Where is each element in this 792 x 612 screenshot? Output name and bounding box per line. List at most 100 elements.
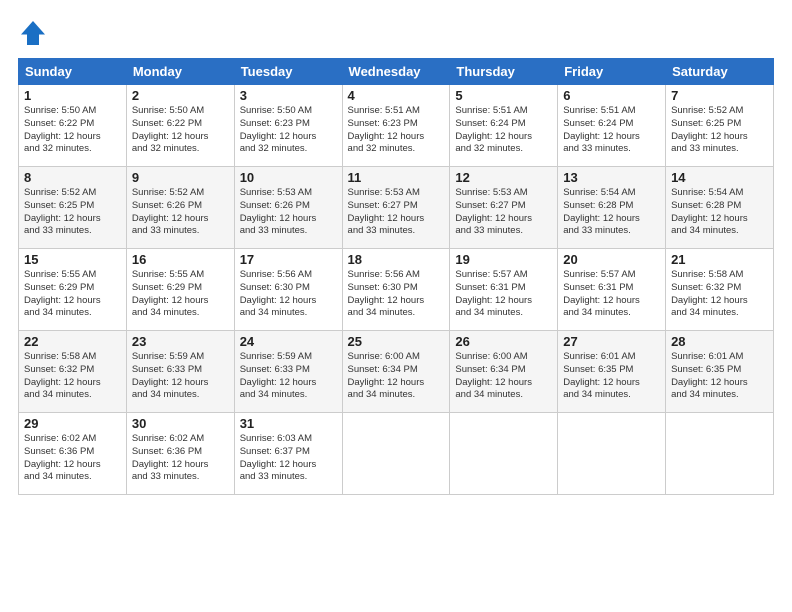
- day-number: 20: [563, 252, 660, 267]
- day-info: Sunrise: 5:52 AM Sunset: 6:26 PM Dayligh…: [132, 187, 229, 238]
- calendar-cell: 12 Sunrise: 5:53 AM Sunset: 6:27 PM Dayli…: [450, 167, 558, 249]
- calendar-cell: [666, 413, 774, 495]
- day-info: Sunrise: 6:00 AM Sunset: 6:34 PM Dayligh…: [348, 351, 445, 402]
- calendar-cell: 27 Sunrise: 6:01 AM Sunset: 6:35 PM Dayli…: [558, 331, 666, 413]
- day-number: 1: [24, 88, 121, 103]
- calendar-cell: 23 Sunrise: 5:59 AM Sunset: 6:33 PM Dayli…: [126, 331, 234, 413]
- calendar-cell: 22 Sunrise: 5:58 AM Sunset: 6:32 PM Dayli…: [19, 331, 127, 413]
- calendar-cell: 24 Sunrise: 5:59 AM Sunset: 6:33 PM Dayli…: [234, 331, 342, 413]
- day-number: 28: [671, 334, 768, 349]
- day-info: Sunrise: 6:01 AM Sunset: 6:35 PM Dayligh…: [563, 351, 660, 402]
- day-info: Sunrise: 5:53 AM Sunset: 6:27 PM Dayligh…: [455, 187, 552, 238]
- day-info: Sunrise: 5:56 AM Sunset: 6:30 PM Dayligh…: [240, 269, 337, 320]
- day-info: Sunrise: 5:58 AM Sunset: 6:32 PM Dayligh…: [24, 351, 121, 402]
- calendar-cell: 28 Sunrise: 6:01 AM Sunset: 6:35 PM Dayli…: [666, 331, 774, 413]
- day-info: Sunrise: 5:50 AM Sunset: 6:23 PM Dayligh…: [240, 105, 337, 156]
- day-info: Sunrise: 5:52 AM Sunset: 6:25 PM Dayligh…: [24, 187, 121, 238]
- day-number: 3: [240, 88, 337, 103]
- calendar-cell: 18 Sunrise: 5:56 AM Sunset: 6:30 PM Dayli…: [342, 249, 450, 331]
- day-number: 18: [348, 252, 445, 267]
- day-number: 16: [132, 252, 229, 267]
- calendar-cell: 10 Sunrise: 5:53 AM Sunset: 6:26 PM Dayli…: [234, 167, 342, 249]
- weekday-header-cell: Wednesday: [342, 59, 450, 85]
- day-info: Sunrise: 5:50 AM Sunset: 6:22 PM Dayligh…: [24, 105, 121, 156]
- day-info: Sunrise: 5:59 AM Sunset: 6:33 PM Dayligh…: [132, 351, 229, 402]
- day-info: Sunrise: 5:54 AM Sunset: 6:28 PM Dayligh…: [563, 187, 660, 238]
- weekday-header-cell: Tuesday: [234, 59, 342, 85]
- calendar-cell: 1 Sunrise: 5:50 AM Sunset: 6:22 PM Daylig…: [19, 85, 127, 167]
- calendar-cell: 3 Sunrise: 5:50 AM Sunset: 6:23 PM Daylig…: [234, 85, 342, 167]
- calendar-cell: 17 Sunrise: 5:56 AM Sunset: 6:30 PM Dayli…: [234, 249, 342, 331]
- day-info: Sunrise: 5:53 AM Sunset: 6:27 PM Dayligh…: [348, 187, 445, 238]
- day-info: Sunrise: 5:54 AM Sunset: 6:28 PM Dayligh…: [671, 187, 768, 238]
- weekday-header-cell: Monday: [126, 59, 234, 85]
- weekday-header-cell: Thursday: [450, 59, 558, 85]
- calendar-cell: 21 Sunrise: 5:58 AM Sunset: 6:32 PM Dayli…: [666, 249, 774, 331]
- weekday-header-row: SundayMondayTuesdayWednesdayThursdayFrid…: [19, 59, 774, 85]
- calendar-body: 1 Sunrise: 5:50 AM Sunset: 6:22 PM Daylig…: [19, 85, 774, 495]
- day-number: 8: [24, 170, 121, 185]
- calendar-cell: [450, 413, 558, 495]
- calendar-cell: 16 Sunrise: 5:55 AM Sunset: 6:29 PM Dayli…: [126, 249, 234, 331]
- day-info: Sunrise: 5:51 AM Sunset: 6:24 PM Dayligh…: [563, 105, 660, 156]
- day-info: Sunrise: 5:51 AM Sunset: 6:24 PM Dayligh…: [455, 105, 552, 156]
- calendar-week-row: 8 Sunrise: 5:52 AM Sunset: 6:25 PM Daylig…: [19, 167, 774, 249]
- day-number: 22: [24, 334, 121, 349]
- day-info: Sunrise: 6:02 AM Sunset: 6:36 PM Dayligh…: [132, 433, 229, 484]
- logo: [18, 18, 52, 48]
- calendar-cell: 7 Sunrise: 5:52 AM Sunset: 6:25 PM Daylig…: [666, 85, 774, 167]
- day-info: Sunrise: 5:55 AM Sunset: 6:29 PM Dayligh…: [132, 269, 229, 320]
- day-info: Sunrise: 5:59 AM Sunset: 6:33 PM Dayligh…: [240, 351, 337, 402]
- day-info: Sunrise: 5:55 AM Sunset: 6:29 PM Dayligh…: [24, 269, 121, 320]
- day-info: Sunrise: 5:50 AM Sunset: 6:22 PM Dayligh…: [132, 105, 229, 156]
- day-number: 25: [348, 334, 445, 349]
- day-number: 4: [348, 88, 445, 103]
- day-number: 21: [671, 252, 768, 267]
- day-info: Sunrise: 5:52 AM Sunset: 6:25 PM Dayligh…: [671, 105, 768, 156]
- calendar-cell: 6 Sunrise: 5:51 AM Sunset: 6:24 PM Daylig…: [558, 85, 666, 167]
- calendar-cell: 20Sunrise: 5:57 AM Sunset: 6:31 PM Dayli…: [558, 249, 666, 331]
- day-info: Sunrise: 5:53 AM Sunset: 6:26 PM Dayligh…: [240, 187, 337, 238]
- calendar-table: SundayMondayTuesdayWednesdayThursdayFrid…: [18, 58, 774, 495]
- day-number: 27: [563, 334, 660, 349]
- day-number: 13: [563, 170, 660, 185]
- day-number: 10: [240, 170, 337, 185]
- calendar-cell: 25 Sunrise: 6:00 AM Sunset: 6:34 PM Dayli…: [342, 331, 450, 413]
- day-info: Sunrise: 5:57 AM Sunset: 6:31 PM Dayligh…: [455, 269, 552, 320]
- day-number: 17: [240, 252, 337, 267]
- page-container: SundayMondayTuesdayWednesdayThursdayFrid…: [0, 0, 792, 505]
- calendar-cell: 19 Sunrise: 5:57 AM Sunset: 6:31 PM Dayli…: [450, 249, 558, 331]
- calendar-cell: 14Sunrise: 5:54 AM Sunset: 6:28 PM Dayli…: [666, 167, 774, 249]
- day-number: 23: [132, 334, 229, 349]
- calendar-cell: 29Sunrise: 6:02 AM Sunset: 6:36 PM Dayli…: [19, 413, 127, 495]
- day-number: 19: [455, 252, 552, 267]
- calendar-week-row: 15Sunrise: 5:55 AM Sunset: 6:29 PM Dayli…: [19, 249, 774, 331]
- weekday-header-cell: Sunday: [19, 59, 127, 85]
- calendar-cell: [558, 413, 666, 495]
- day-number: 2: [132, 88, 229, 103]
- calendar-cell: 13 Sunrise: 5:54 AM Sunset: 6:28 PM Dayli…: [558, 167, 666, 249]
- day-number: 6: [563, 88, 660, 103]
- weekday-header-cell: Saturday: [666, 59, 774, 85]
- calendar-cell: [342, 413, 450, 495]
- day-info: Sunrise: 5:51 AM Sunset: 6:23 PM Dayligh…: [348, 105, 445, 156]
- page-header: [18, 18, 774, 48]
- day-info: Sunrise: 5:56 AM Sunset: 6:30 PM Dayligh…: [348, 269, 445, 320]
- day-number: 9: [132, 170, 229, 185]
- logo-icon: [18, 18, 48, 48]
- day-info: Sunrise: 6:01 AM Sunset: 6:35 PM Dayligh…: [671, 351, 768, 402]
- calendar-cell: 30 Sunrise: 6:02 AM Sunset: 6:36 PM Dayli…: [126, 413, 234, 495]
- day-info: Sunrise: 5:58 AM Sunset: 6:32 PM Dayligh…: [671, 269, 768, 320]
- weekday-header-cell: Friday: [558, 59, 666, 85]
- day-number: 11: [348, 170, 445, 185]
- day-number: 26: [455, 334, 552, 349]
- day-number: 7: [671, 88, 768, 103]
- day-number: 24: [240, 334, 337, 349]
- calendar-cell: 11 Sunrise: 5:53 AM Sunset: 6:27 PM Dayli…: [342, 167, 450, 249]
- calendar-cell: 26Sunrise: 6:00 AM Sunset: 6:34 PM Dayli…: [450, 331, 558, 413]
- day-number: 29: [24, 416, 121, 431]
- calendar-week-row: 22 Sunrise: 5:58 AM Sunset: 6:32 PM Dayli…: [19, 331, 774, 413]
- calendar-week-row: 1 Sunrise: 5:50 AM Sunset: 6:22 PM Daylig…: [19, 85, 774, 167]
- day-number: 12: [455, 170, 552, 185]
- day-number: 30: [132, 416, 229, 431]
